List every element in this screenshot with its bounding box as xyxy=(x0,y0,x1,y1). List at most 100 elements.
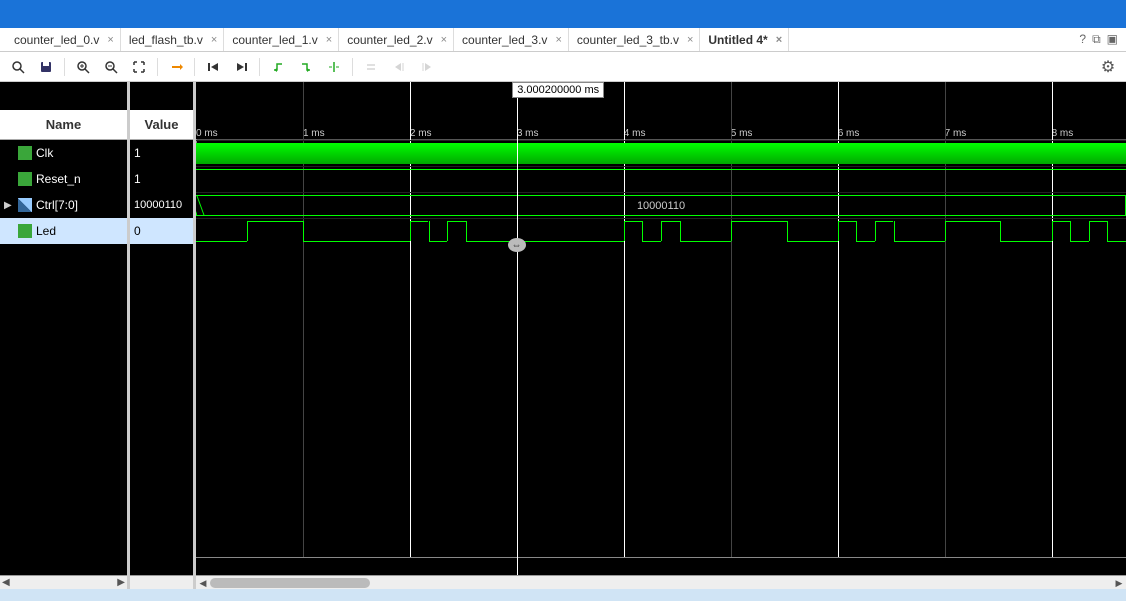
swap-cursors-button xyxy=(359,55,383,79)
search-button[interactable] xyxy=(6,55,30,79)
tab-counter-led-3-tb[interactable]: counter_led_3_tb.v × xyxy=(571,28,701,51)
tab-label: Untitled 4* xyxy=(708,33,767,47)
prev-transition-button[interactable] xyxy=(266,55,290,79)
scrollbar-thumb[interactable] xyxy=(210,578,370,588)
help-icon[interactable]: ? xyxy=(1079,32,1086,47)
signal-value-panel: Value 1 1 10000110 0 xyxy=(130,82,196,589)
settings-button[interactable]: ⚙ xyxy=(1096,55,1120,79)
signal-name: Ctrl[7:0] xyxy=(36,198,78,212)
scroll-right-icon[interactable]: ▶ xyxy=(117,577,125,588)
restart-button[interactable] xyxy=(201,55,225,79)
close-icon[interactable]: × xyxy=(776,34,782,46)
close-icon[interactable]: × xyxy=(107,34,113,46)
tab-untitled-4[interactable]: Untitled 4* × xyxy=(702,28,789,51)
zoom-out-button[interactable] xyxy=(99,55,123,79)
gear-icon: ⚙ xyxy=(1101,57,1115,77)
close-icon[interactable]: × xyxy=(211,34,217,46)
signal-name-panel: Name Clk Reset_n ▶Ctrl[7:0] Led ◀▶ xyxy=(0,82,130,589)
tab-label: counter_led_1.v xyxy=(232,33,317,47)
time-cursor[interactable] xyxy=(517,96,518,575)
ruler-tick: 0 ms xyxy=(196,128,218,139)
signal-row-ctrl[interactable]: ▶ Ctrl[7:0] xyxy=(0,192,127,218)
waveform-canvas[interactable]: 3.000200000 ms 0 ms 1 ms 2 ms 3 ms 4 ms … xyxy=(196,82,1126,589)
scroll-right-icon[interactable]: ▶ xyxy=(1112,576,1126,589)
led-waveform xyxy=(196,219,1126,244)
value-row[interactable]: 10000110 xyxy=(130,192,193,218)
tab-counter-led-0[interactable]: counter_led_0.v × xyxy=(8,28,121,51)
zoom-in-button[interactable] xyxy=(71,55,95,79)
tab-led-flash-tb[interactable]: led_flash_tb.v × xyxy=(123,28,225,51)
add-marker-button[interactable] xyxy=(322,55,346,79)
scroll-left-icon[interactable]: ◀ xyxy=(196,576,210,589)
tab-counter-led-1[interactable]: counter_led_1.v × xyxy=(226,28,339,51)
tab-label: counter_led_2.v xyxy=(347,33,432,47)
restore-icon[interactable]: ▣ xyxy=(1107,32,1118,47)
ruler-tick: 7 ms xyxy=(945,128,967,139)
close-icon[interactable]: × xyxy=(687,34,693,46)
window-titlebar xyxy=(0,0,1126,28)
wave-footer xyxy=(196,557,1126,575)
wave-reset-n[interactable] xyxy=(196,166,1126,192)
waveform-toolbar: ⚙ xyxy=(0,52,1126,82)
horizontal-scrollbar[interactable]: ◀ ▶ xyxy=(196,575,1126,589)
wave-led[interactable] xyxy=(196,218,1126,244)
wave-clk[interactable] xyxy=(196,140,1126,166)
go-to-cursor-button[interactable] xyxy=(164,55,188,79)
wave-rows: 10000110 xyxy=(196,140,1126,244)
ruler-tick: 6 ms xyxy=(838,128,860,139)
tab-label: led_flash_tb.v xyxy=(129,33,203,47)
signal-name: Reset_n xyxy=(36,172,81,186)
signal-name: Clk xyxy=(36,146,53,160)
signal-value: 0 xyxy=(134,224,141,238)
tab-counter-led-3[interactable]: counter_led_3.v × xyxy=(456,28,569,51)
signal-icon xyxy=(18,172,32,186)
signal-name: Led xyxy=(36,224,56,238)
value-row[interactable]: 0 xyxy=(130,218,193,244)
scroll-left-icon[interactable]: ◀ xyxy=(2,577,10,588)
signal-icon xyxy=(18,198,32,212)
value-panel-scrollbar[interactable] xyxy=(130,575,193,589)
signal-row-reset-n[interactable]: Reset_n xyxy=(0,166,127,192)
zoom-fit-button[interactable] xyxy=(127,55,151,79)
tab-label: counter_led_3_tb.v xyxy=(577,33,679,47)
value-column-header[interactable]: Value xyxy=(130,110,193,140)
save-button[interactable] xyxy=(34,55,58,79)
ruler-tick: 4 ms xyxy=(624,128,646,139)
ruler-tick: 2 ms xyxy=(410,128,432,139)
editor-tabs: counter_led_0.v × led_flash_tb.v × counter… xyxy=(0,28,1126,52)
cursor-handle-icon[interactable]: ⇔ xyxy=(508,238,526,252)
value-row[interactable]: 1 xyxy=(130,166,193,192)
tab-label: counter_led_3.v xyxy=(462,33,547,47)
bus-value-label: 10000110 xyxy=(637,200,685,212)
ruler-tick: 5 ms xyxy=(731,128,753,139)
signal-value: 1 xyxy=(134,172,141,186)
value-row[interactable]: 1 xyxy=(130,140,193,166)
ruler-tick: 3 ms xyxy=(517,128,539,139)
tab-actions: ? ⧉ ▣ xyxy=(1079,32,1126,47)
time-ruler[interactable]: 0 ms 1 ms 2 ms 3 ms 4 ms 5 ms 6 ms 7 ms … xyxy=(196,110,1126,140)
cursor-time-label: 3.000200000 ms xyxy=(512,82,604,98)
next-marker-button xyxy=(415,55,439,79)
ruler-tick: 1 ms xyxy=(303,128,325,139)
next-transition-button[interactable] xyxy=(294,55,318,79)
run-button[interactable] xyxy=(229,55,253,79)
signal-icon xyxy=(18,146,32,160)
name-column-header[interactable]: Name xyxy=(0,110,127,140)
close-icon[interactable]: × xyxy=(555,34,561,46)
waveform-viewer: Name Clk Reset_n ▶Ctrl[7:0] Led ◀▶ Value… xyxy=(0,82,1126,589)
tab-label: counter_led_0.v xyxy=(14,33,99,47)
maximize-icon[interactable]: ⧉ xyxy=(1092,32,1101,47)
signal-value: 10000110 xyxy=(134,199,182,211)
ruler-tick: 8 ms xyxy=(1052,128,1074,139)
signal-value: 1 xyxy=(134,146,141,160)
tab-counter-led-2[interactable]: counter_led_2.v × xyxy=(341,28,454,51)
wave-ctrl[interactable]: 10000110 xyxy=(196,192,1126,218)
name-panel-scrollbar[interactable]: ◀▶ xyxy=(0,575,127,589)
close-icon[interactable]: × xyxy=(441,34,447,46)
expand-icon[interactable]: ▶ xyxy=(4,200,18,211)
close-icon[interactable]: × xyxy=(326,34,332,46)
signal-row-led[interactable]: Led xyxy=(0,218,127,244)
prev-marker-button xyxy=(387,55,411,79)
signal-icon xyxy=(18,224,32,238)
signal-row-clk[interactable]: Clk xyxy=(0,140,127,166)
